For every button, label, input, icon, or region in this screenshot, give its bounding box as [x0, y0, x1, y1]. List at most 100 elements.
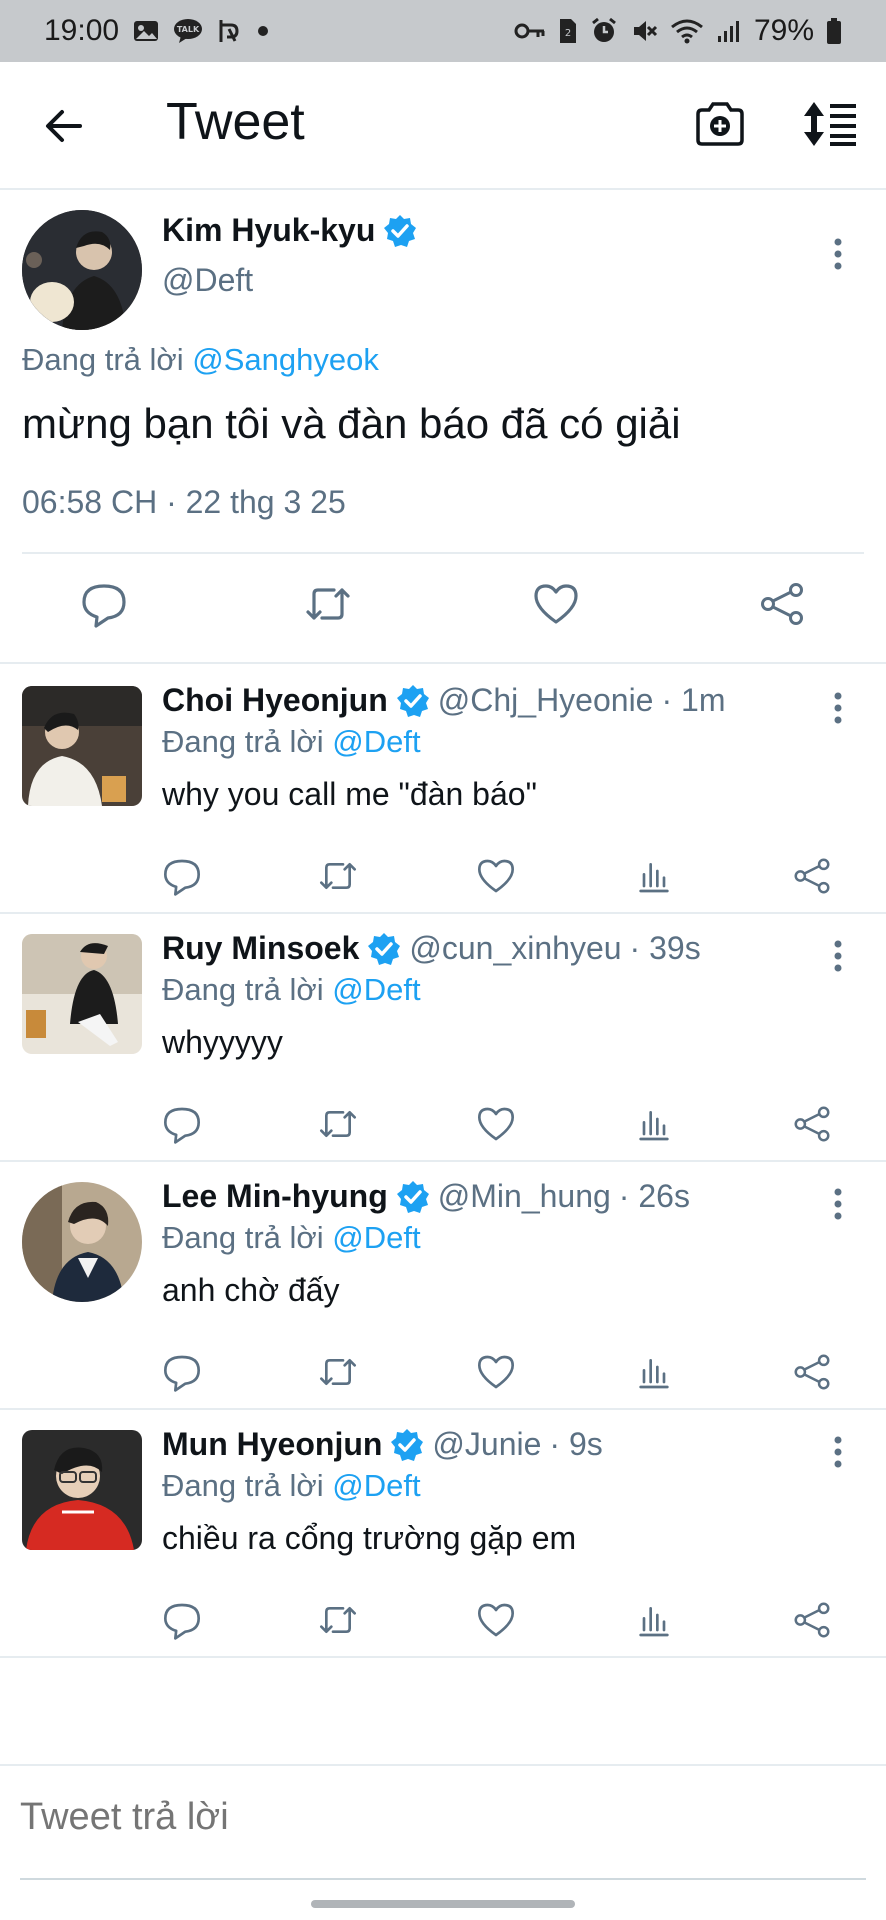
mute-icon	[630, 17, 658, 45]
reply-icon[interactable]	[162, 1104, 202, 1144]
retweet-icon[interactable]	[318, 1104, 358, 1144]
reply-tweet[interactable]: Choi Hyeonjun @Chj_Hyeonie · 1m Đang trả…	[0, 666, 886, 914]
display-name[interactable]: Lee Min-hyung	[162, 1178, 388, 1215]
relative-time: · 39s	[629, 930, 701, 966]
display-name[interactable]: Ruy Minsoek	[162, 930, 359, 967]
reply-icon[interactable]	[162, 1352, 202, 1392]
display-name[interactable]: Mun Hyeonjun	[162, 1426, 382, 1463]
mention-link[interactable]: @Deft	[332, 1468, 420, 1503]
replying-to: Đang trả lời @Deft	[162, 1468, 421, 1504]
handle[interactable]: @Deft	[162, 262, 253, 299]
like-icon[interactable]	[476, 1104, 516, 1144]
replying-to: Đang trả lời @Sanghyeok	[22, 342, 379, 378]
verified-badge-icon	[396, 1180, 430, 1214]
analytics-icon[interactable]	[634, 1104, 674, 1144]
system-nav-bar	[0, 1880, 886, 1920]
mention-link[interactable]: @Deft	[332, 1220, 420, 1255]
divider	[22, 552, 864, 554]
tweet-text: whyyyyy	[162, 1024, 283, 1060]
reply-composer	[0, 1764, 886, 1880]
svg-text:TALK: TALK	[177, 25, 200, 34]
reply-tweet[interactable]: Ruy Minsoek @cun_xinhyeu · 39s Đang trả …	[0, 914, 886, 1162]
signal-icon	[716, 18, 742, 44]
wifi-icon	[670, 17, 704, 45]
mention-link[interactable]: @Deft	[332, 972, 420, 1007]
handle[interactable]: @cun_xinhyeu	[409, 930, 621, 967]
tweet-timestamp: 06:58 CH · 22 thg 3 25	[22, 484, 346, 520]
relative-time: · 9s	[549, 1426, 603, 1462]
home-gesture-handle[interactable]	[311, 1900, 575, 1908]
reply-icon[interactable]	[80, 580, 128, 628]
more-options-icon[interactable]	[828, 690, 848, 726]
retweet-icon[interactable]	[318, 1600, 358, 1640]
like-icon[interactable]	[476, 1352, 516, 1392]
retweet-icon[interactable]	[304, 580, 352, 628]
handle[interactable]: @Junie	[432, 1426, 541, 1463]
verified-badge-icon	[383, 214, 417, 248]
handle[interactable]: @Chj_Hyeonie	[438, 682, 654, 719]
analytics-icon[interactable]	[634, 1600, 674, 1640]
page-title: Tweet	[166, 93, 305, 151]
gallery-icon	[133, 19, 159, 43]
translate-icon	[217, 17, 241, 45]
sim-icon: 2	[558, 17, 578, 45]
more-options-icon[interactable]	[828, 1186, 848, 1222]
reply-icon[interactable]	[162, 1600, 202, 1640]
author-name-row: Ruy Minsoek @cun_xinhyeu · 39s	[162, 930, 701, 967]
like-icon[interactable]	[476, 1600, 516, 1640]
avatar[interactable]	[22, 1430, 142, 1550]
camera-plus-icon[interactable]	[694, 98, 746, 150]
share-icon[interactable]	[792, 1104, 832, 1144]
analytics-icon[interactable]	[634, 1352, 674, 1392]
reply-tweet[interactable]: Mun Hyeonjun @Junie · 9s Đang trả lời @D…	[0, 1410, 886, 1658]
svg-text:2: 2	[565, 28, 571, 39]
share-icon[interactable]	[758, 580, 806, 628]
status-time: 19:00	[44, 14, 120, 47]
more-options-icon[interactable]	[828, 1434, 848, 1470]
replying-to: Đang trả lời @Deft	[162, 1220, 421, 1256]
relative-time: · 1m	[661, 682, 726, 718]
retweet-icon[interactable]	[318, 1352, 358, 1392]
share-icon[interactable]	[792, 856, 832, 896]
like-icon[interactable]	[532, 580, 580, 628]
tweet-text: why you call me "đàn báo"	[162, 776, 537, 812]
talk-icon: TALK	[173, 18, 203, 44]
share-icon[interactable]	[792, 1352, 832, 1392]
more-options-icon[interactable]	[828, 938, 848, 974]
reply-tweet[interactable]: Lee Min-hyung @Min_hung · 26s Đang trả l…	[0, 1162, 886, 1410]
mention-link[interactable]: @Sanghyeok	[192, 342, 379, 377]
display-name[interactable]: Kim Hyuk-kyu	[162, 212, 375, 249]
battery-icon	[826, 17, 842, 45]
tweet-text: anh chờ đấy	[162, 1272, 340, 1308]
relative-time: · 26s	[618, 1178, 690, 1214]
verified-badge-icon	[367, 932, 401, 966]
replying-to-label: Đang trả lời	[22, 342, 184, 377]
author-name-row: Kim Hyuk-kyu	[162, 212, 417, 249]
verified-badge-icon	[390, 1428, 424, 1462]
retweet-icon[interactable]	[318, 856, 358, 896]
reply-icon[interactable]	[162, 856, 202, 896]
app-bar: Tweet	[0, 62, 886, 190]
replying-to-label: Đang trả lời	[162, 1220, 324, 1255]
avatar[interactable]	[22, 1182, 142, 1302]
mention-link[interactable]: @Deft	[332, 724, 420, 759]
avatar[interactable]	[22, 686, 142, 806]
verified-badge-icon	[396, 684, 430, 718]
author-handle-row: @Deft	[162, 262, 253, 299]
key-icon	[514, 21, 546, 41]
avatar[interactable]	[22, 210, 142, 330]
sort-icon[interactable]	[800, 98, 860, 150]
avatar[interactable]	[22, 934, 142, 1054]
reply-input[interactable]	[20, 1796, 860, 1839]
analytics-icon[interactable]	[634, 856, 674, 896]
replying-to: Đang trả lời @Deft	[162, 724, 421, 760]
more-options-icon[interactable]	[828, 236, 848, 272]
handle[interactable]: @Min_hung	[438, 1178, 611, 1215]
arrow-left-icon[interactable]	[40, 102, 88, 150]
display-name[interactable]: Choi Hyeonjun	[162, 682, 388, 719]
tweet-text: chiều ra cổng trường gặp em	[162, 1520, 577, 1556]
replying-to-label: Đang trả lời	[162, 972, 324, 1007]
replying-to-label: Đang trả lời	[162, 1468, 324, 1503]
share-icon[interactable]	[792, 1600, 832, 1640]
like-icon[interactable]	[476, 856, 516, 896]
